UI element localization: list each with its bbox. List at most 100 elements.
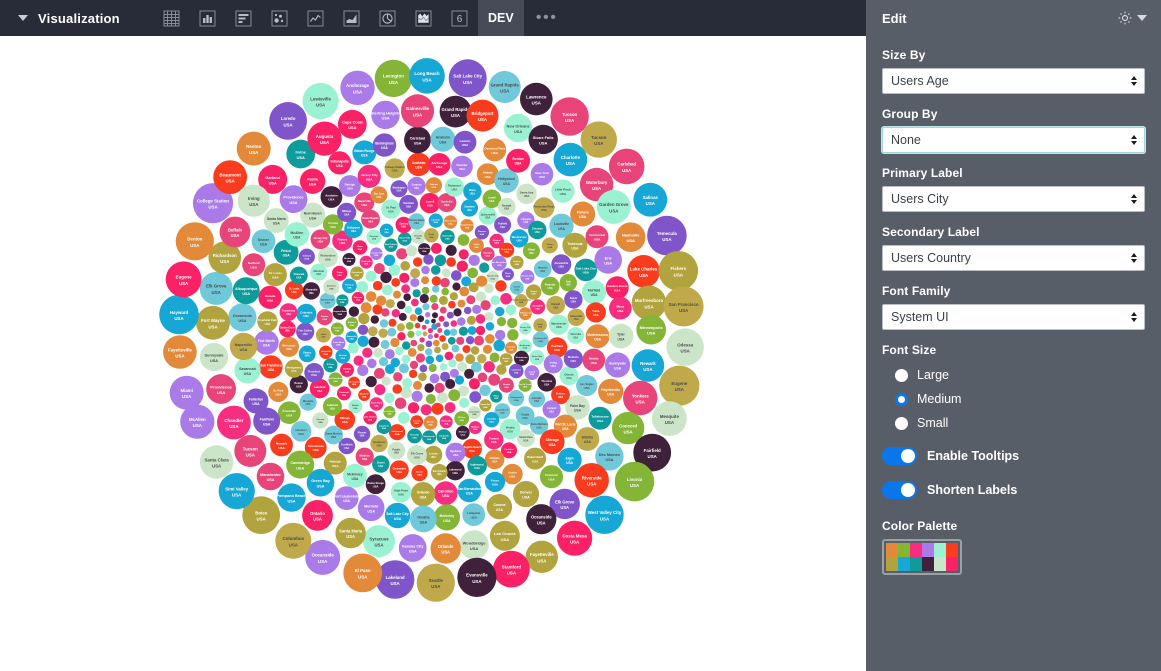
bubble[interactable]: GreshamUSA — [528, 220, 547, 240]
bubble-circle[interactable] — [449, 328, 458, 336]
bubble[interactable] — [407, 348, 417, 357]
bubble-circle[interactable] — [431, 402, 444, 415]
bubble[interactable] — [378, 328, 388, 338]
bubble[interactable]: Newport NewsUSA — [460, 219, 475, 233]
bubble[interactable]: Port St. LucieUSA — [518, 378, 533, 392]
bubble[interactable] — [495, 306, 505, 317]
bubble[interactable] — [451, 344, 460, 353]
bubble[interactable]: BoulderUSA — [451, 155, 473, 178]
bubble[interactable]: WichitaUSA — [575, 427, 600, 451]
palette-swatch-8[interactable] — [910, 557, 922, 571]
bubble[interactable]: LakelandUSA — [322, 397, 342, 416]
bubble[interactable]: Fort CollinsUSA — [296, 322, 315, 341]
bubble-circle[interactable] — [484, 283, 494, 294]
bubble-circle[interactable] — [463, 306, 472, 315]
bubble[interactable]: JacksonUSA — [510, 255, 524, 270]
bubble[interactable]: Jersey CityUSA — [357, 164, 381, 188]
bubble[interactable]: Beaumont USA — [213, 160, 248, 194]
bubble[interactable] — [421, 324, 427, 330]
bubble[interactable]: Sterling Heights USA — [371, 100, 400, 130]
bubble-circle[interactable] — [399, 272, 410, 283]
bubble[interactable] — [432, 312, 438, 319]
bubble[interactable]: OrlandoUSA — [484, 449, 505, 470]
bubble-circle[interactable] — [417, 344, 425, 352]
bubble[interactable]: ColumbusUSA — [275, 522, 312, 559]
bubble[interactable]: JacksonvilleUSA — [478, 206, 497, 225]
bubble[interactable] — [435, 354, 444, 363]
palette-swatch-5[interactable] — [946, 543, 958, 557]
bubble-circle[interactable] — [357, 335, 369, 347]
bubble[interactable]: EugeneUSA — [659, 365, 700, 406]
radio-font-size-large[interactable]: Large — [882, 363, 1145, 387]
bubble[interactable]: PlanoUSA — [490, 390, 503, 403]
bubble[interactable]: AnchorageUSA — [428, 153, 451, 176]
bubble-circle[interactable] — [482, 344, 493, 354]
bubble-circle[interactable] — [403, 293, 412, 302]
bubble[interactable]: St. PaulUSA — [268, 381, 289, 402]
bubble-circle[interactable] — [401, 284, 410, 294]
bubble-circle[interactable] — [459, 286, 470, 297]
bubble[interactable]: GlendaleUSA — [528, 390, 546, 408]
bubble[interactable] — [431, 402, 444, 415]
bubble[interactable]: StocktonUSA — [480, 247, 495, 261]
bubble[interactable] — [474, 335, 484, 346]
bubble[interactable] — [365, 291, 377, 302]
bubble[interactable]: TucsonUSA — [550, 97, 589, 136]
bubble[interactable] — [489, 352, 500, 363]
bubble[interactable]: TuscaloosaUSA — [370, 434, 388, 453]
bubble[interactable]: CincinnatiUSA — [337, 386, 351, 401]
bubble[interactable] — [433, 339, 440, 347]
bubble[interactable]: SalinasUSA — [633, 182, 668, 217]
bubble[interactable] — [448, 389, 461, 402]
bubble-circle[interactable] — [434, 382, 445, 394]
bubble-circle[interactable] — [421, 276, 430, 285]
bubble-circle[interactable] — [374, 263, 385, 274]
bubble-circle[interactable] — [406, 245, 418, 257]
bubble[interactable]: RialtoUSA — [424, 228, 439, 243]
bubble[interactable] — [396, 300, 406, 310]
bubble-circle[interactable] — [374, 384, 386, 396]
bubble[interactable]: TrentonUSA — [484, 430, 504, 450]
select-group-by[interactable]: None — [882, 127, 1145, 153]
bubble[interactable] — [419, 293, 429, 304]
bubble-circle[interactable] — [465, 336, 475, 345]
bubble-circle[interactable] — [450, 320, 458, 327]
bubble[interactable] — [357, 335, 369, 347]
bubble[interactable]: BostonUSA — [289, 375, 308, 394]
bubble[interactable] — [480, 300, 491, 311]
bubble[interactable]: VisaliaUSA — [509, 280, 524, 295]
bubble[interactable] — [357, 364, 369, 376]
bubble[interactable] — [380, 339, 390, 349]
bubble[interactable]: Lake CharlesUSA — [363, 411, 377, 425]
bubble[interactable]: NewarkUSA — [270, 433, 293, 457]
bubble[interactable] — [477, 372, 488, 383]
bubble[interactable]: San FranciscoUSA — [259, 355, 283, 379]
bubble-circle[interactable] — [419, 293, 429, 304]
bubble[interactable]: San FranciscoUSA — [347, 376, 362, 389]
bubble[interactable] — [393, 290, 401, 299]
bubble-circle[interactable] — [446, 257, 456, 267]
bubble-circle[interactable] — [419, 364, 428, 373]
bubble[interactable] — [408, 369, 418, 379]
palette-swatch-11[interactable] — [946, 557, 958, 571]
bubble[interactable]: BirminghamUSA — [372, 133, 397, 157]
bubble[interactable] — [419, 337, 425, 343]
bubble-circle[interactable] — [396, 300, 406, 310]
bubble[interactable]: StocktonUSA — [399, 194, 418, 214]
bubble[interactable]: El PasoUSA — [323, 358, 338, 373]
bubble[interactable]: MurrietaUSA — [357, 494, 385, 522]
bubble[interactable] — [505, 304, 517, 316]
bubble-circle[interactable] — [475, 325, 486, 336]
bubble[interactable]: MesquiteUSA — [652, 401, 687, 436]
bubble[interactable]: FishersUSA — [658, 251, 699, 291]
bubble-circle[interactable] — [479, 262, 490, 273]
bubble[interactable]: TemeculaUSA — [647, 215, 687, 256]
bubble[interactable]: BostonUSA — [499, 353, 513, 366]
bubble[interactable]: CharlotteUSA — [553, 142, 588, 177]
tab-area-chart[interactable] — [334, 0, 370, 36]
bubble[interactable] — [400, 261, 411, 271]
bubble[interactable]: OceansideUSA — [526, 504, 557, 535]
bubble-circle[interactable] — [484, 312, 494, 321]
bubble-circle[interactable] — [467, 267, 479, 279]
bubble[interactable] — [465, 336, 475, 345]
